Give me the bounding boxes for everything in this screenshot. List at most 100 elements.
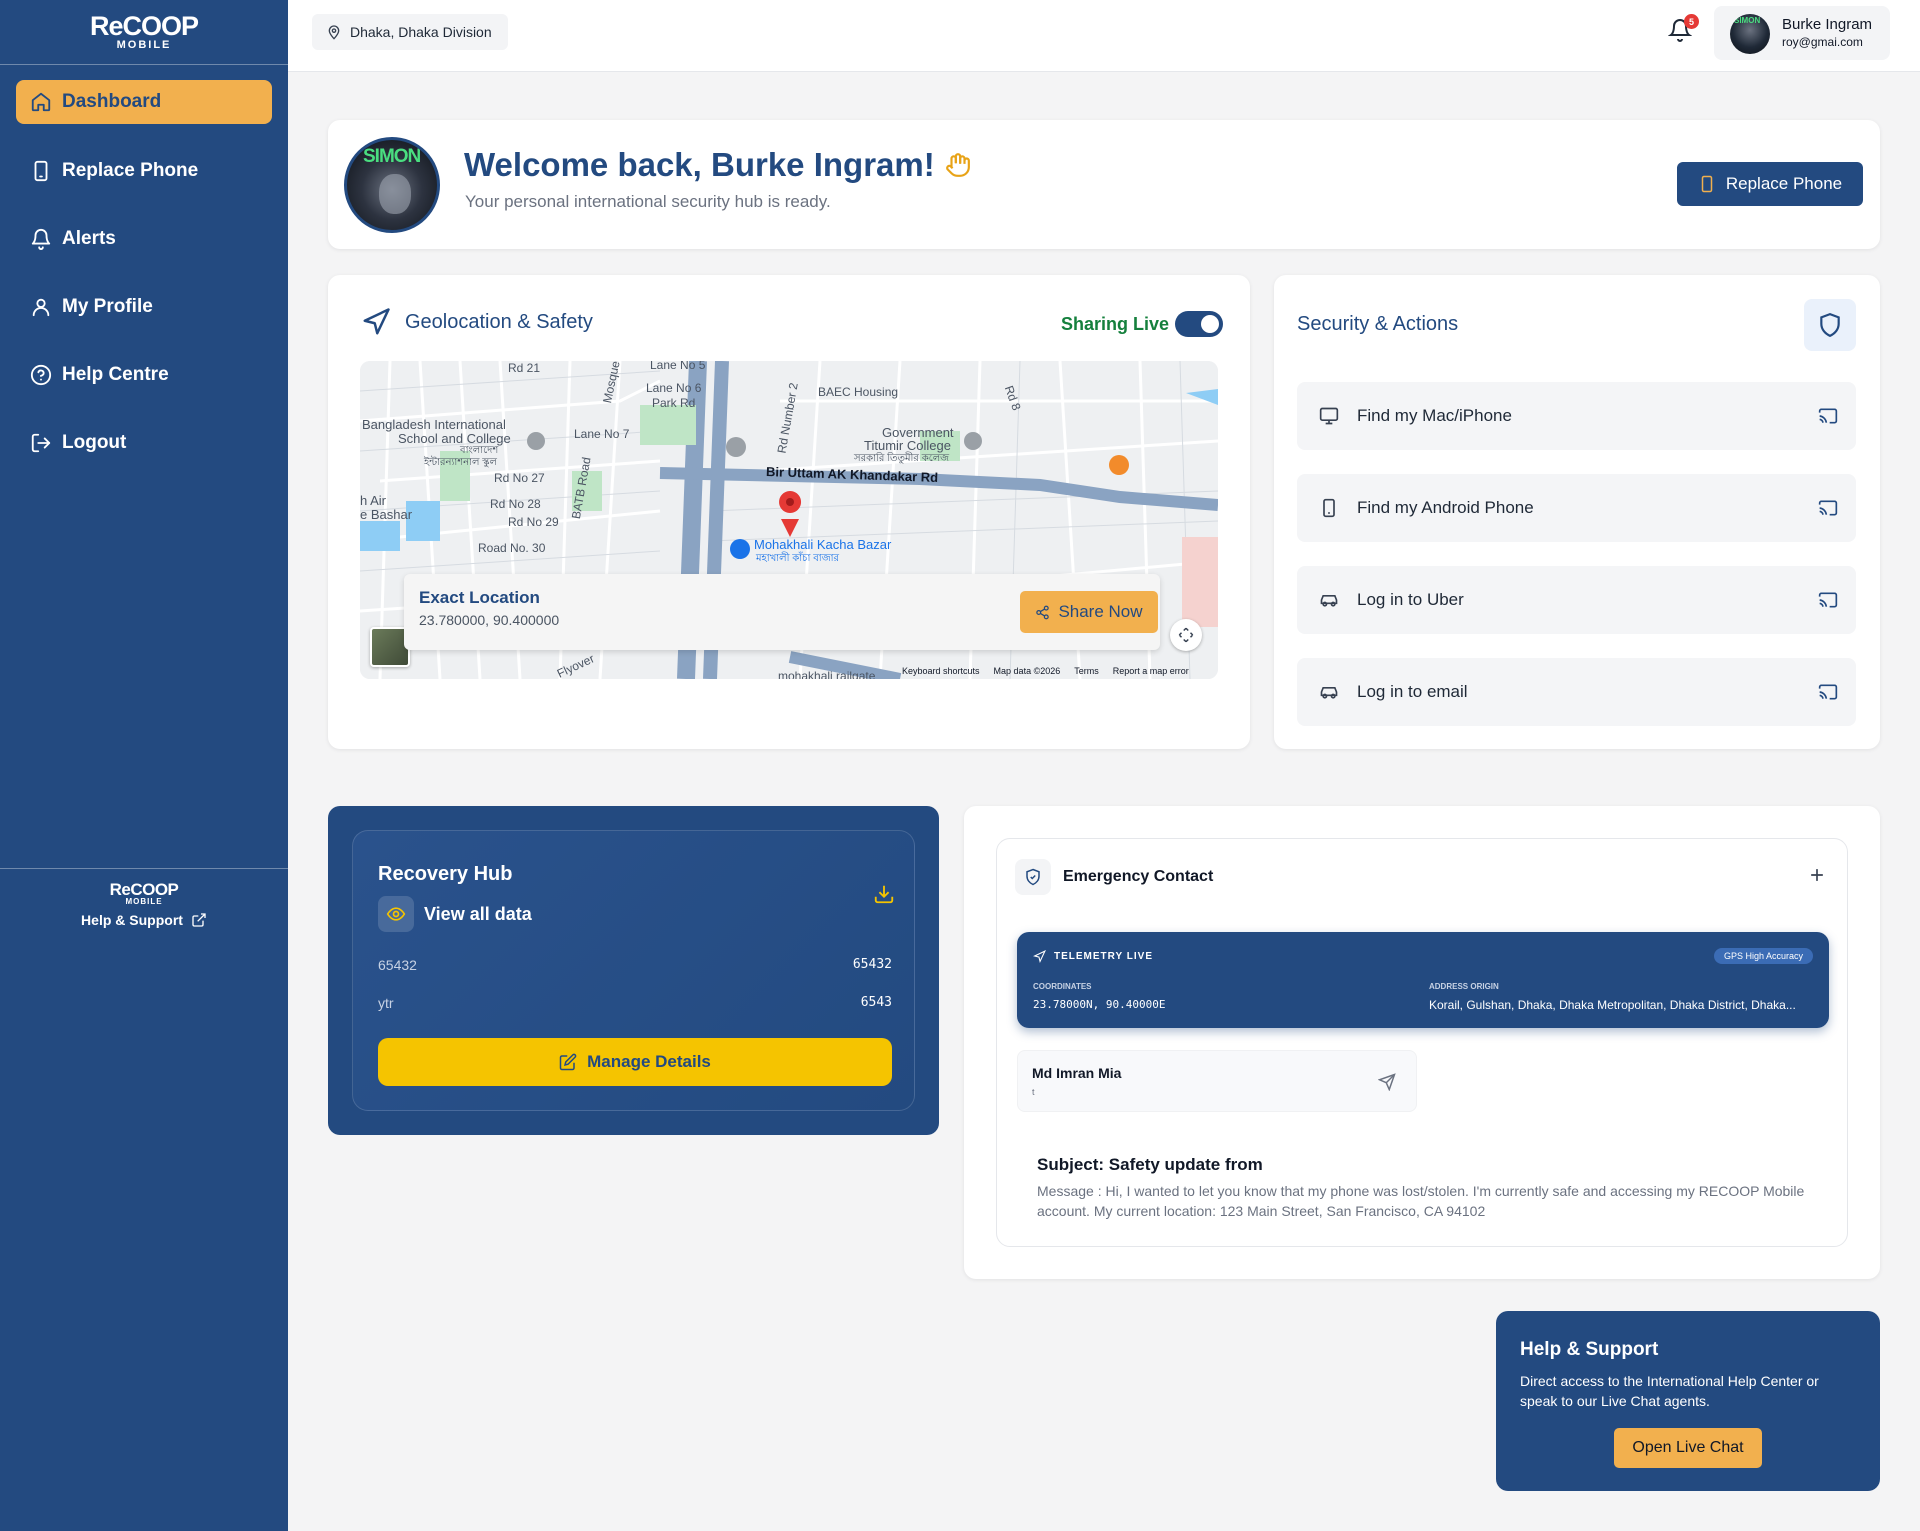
contact-item[interactable]: Md Imran Mia t [1017,1050,1417,1112]
replace-phone-button[interactable]: Replace Phone [1677,162,1863,206]
keyboard-shortcuts-link[interactable]: Keyboard shortcuts [902,666,980,676]
car-icon [1320,687,1338,699]
report-map-error-link[interactable]: Report a map error [1113,666,1189,676]
shield-icon [1820,313,1840,338]
recovery-hub-card: Recovery Hub View all data 65432 65432 y… [328,806,939,1135]
sidebar-divider [0,64,288,65]
user-icon [32,298,50,317]
smartphone-icon [1323,498,1335,518]
footer-logo: ReCOOP [109,880,179,899]
topbar: Dhaka, Dhaka Division 5 SIMON Burke Ingr… [288,0,1920,72]
expand-icon [1178,627,1194,643]
security-title: Security & Actions [1297,313,1459,335]
recovery-row: 65432 65432 [378,957,892,973]
notification-badge: 5 [1684,14,1699,29]
sharing-live-status: Sharing Live [1061,311,1224,337]
monitor-icon [1319,407,1339,425]
manage-details-button[interactable]: Manage Details [378,1038,892,1086]
map-fullscreen-button[interactable] [1170,619,1202,651]
open-live-chat-button[interactable]: Open Live Chat [1614,1428,1762,1468]
terms-link[interactable]: Terms [1074,666,1099,676]
exact-location-label: Exact Location [419,588,540,607]
share-now-button[interactable]: Share Now [1020,591,1158,633]
sidebar-item-logout[interactable]: Logout [16,421,272,465]
sidebar-item-help-centre[interactable]: Help Centre [16,353,272,397]
location-text: Dhaka, Dhaka Division [350,24,492,40]
cast-icon [1818,500,1838,516]
help-circle-icon [30,364,52,386]
sidebar-item-label: Logout [62,432,127,453]
shield-badge [1804,299,1856,351]
cast-icon [1818,408,1838,424]
logout-icon [31,433,51,453]
edit-icon [559,1053,577,1071]
emergency-contact-panel: Emergency Contact TELEMETRY LIVE GPS Hig… [996,838,1848,1247]
welcome-title: Welcome back, Burke Ingram! [464,146,971,184]
log-in-email-action[interactable]: Log in to email [1297,658,1856,726]
download-icon[interactable] [873,883,895,905]
external-link-icon [192,913,206,927]
help-description: Direct access to the International Help … [1520,1373,1819,1409]
find-mac-iphone-action[interactable]: Find my Mac/iPhone [1297,382,1856,450]
view-all-data-link[interactable]: View all data [378,896,532,932]
location-chip[interactable]: Dhaka, Dhaka Division [312,14,508,50]
send-icon[interactable] [1378,1073,1396,1091]
sidebar-item-alerts[interactable]: Alerts [16,217,272,261]
telemetry-panel: TELEMETRY LIVE GPS High Accuracy COORDIN… [1017,932,1829,1028]
cast-icon [1818,684,1838,700]
share-icon [1036,605,1050,619]
geolocation-card: Geolocation & Safety Sharing Live Rd 21 … [328,275,1250,749]
sidebar-item-dashboard[interactable]: Dashboard [16,80,272,124]
avatar: SIMON [1730,14,1770,54]
sidebar-item-label: My Profile [62,296,153,317]
map-pin-icon [328,25,340,40]
phone-icon [1701,175,1713,193]
recovery-hub-title: Recovery Hub [378,863,513,885]
user-name: Burke Ingram [1782,16,1873,33]
phone-icon [34,160,48,182]
geolocation-title: Geolocation & Safety [361,307,593,337]
add-contact-button[interactable] [1807,865,1827,885]
gps-accuracy-badge: GPS High Accuracy [1713,948,1813,964]
home-icon [31,92,51,112]
contact-detail: t [1032,1087,1035,1097]
sidebar-divider [0,868,288,869]
sidebar-item-my-profile[interactable]: My Profile [16,285,272,329]
exact-location-value: 23.780000, 90.400000 [419,612,560,628]
exact-location-panel: Exact Location 23.780000, 90.400000 Shar… [404,574,1160,650]
contact-name: Md Imran Mia [1032,1065,1122,1081]
sidebar-item-label: Alerts [62,228,116,249]
recovery-row: ytr 6543 [378,995,892,1011]
car-icon [1320,595,1338,607]
navigation-icon [1033,950,1046,963]
eye-icon [386,907,406,921]
welcome-card: SIMON Welcome back, Burke Ingram! Your p… [328,120,1880,249]
notifications-button[interactable]: 5 [1667,14,1699,48]
navigation-icon [363,308,390,335]
wave-hand-icon [945,153,970,177]
help-support-card: Help & Support Direct access to the Inte… [1496,1311,1880,1491]
bell-icon [31,229,51,250]
shield-check-icon [1026,868,1040,886]
sidebar-item-label: Dashboard [62,91,162,112]
welcome-subtitle: Your personal international security hub… [465,192,831,211]
sidebar-item-label: Help Centre [62,364,169,385]
sidebar-item-label: Replace Phone [62,160,199,181]
sidebar: ReCOOP MOBILE Dashboard Replace Phone Al… [0,0,288,1531]
find-android-phone-action[interactable]: Find my Android Phone [1297,474,1856,542]
sidebar-footer: ReCOOP MOBILE Help & Support [60,880,228,928]
map[interactable]: Rd 21 Lane No 5 Lane No 6 Park Rd Mosque… [360,361,1218,679]
help-support-link[interactable]: Help & Support [60,912,228,928]
security-actions-card: Security & Actions Find my Mac/iPhone Fi… [1274,275,1880,749]
sidebar-item-replace-phone[interactable]: Replace Phone [16,149,272,193]
telemetry-coordinates: 23.78000N, 90.40000E [1033,998,1166,1011]
map-attribution: Keyboard shortcuts Map data ©2026 Terms … [902,666,1189,676]
message-body: Message : Hi, I wanted to let you know t… [1037,1183,1805,1219]
user-menu[interactable]: SIMON Burke Ingram roy@gmai.com [1714,6,1890,60]
help-title: Help & Support [1520,1339,1659,1360]
sharing-live-toggle[interactable] [1175,311,1224,337]
log-in-uber-action[interactable]: Log in to Uber [1297,566,1856,634]
emergency-contact-card: Emergency Contact TELEMETRY LIVE GPS Hig… [964,806,1880,1279]
emergency-contact-header: Emergency Contact [1015,859,1213,895]
brand-logo[interactable]: ReCOOP MOBILE [72,12,216,51]
